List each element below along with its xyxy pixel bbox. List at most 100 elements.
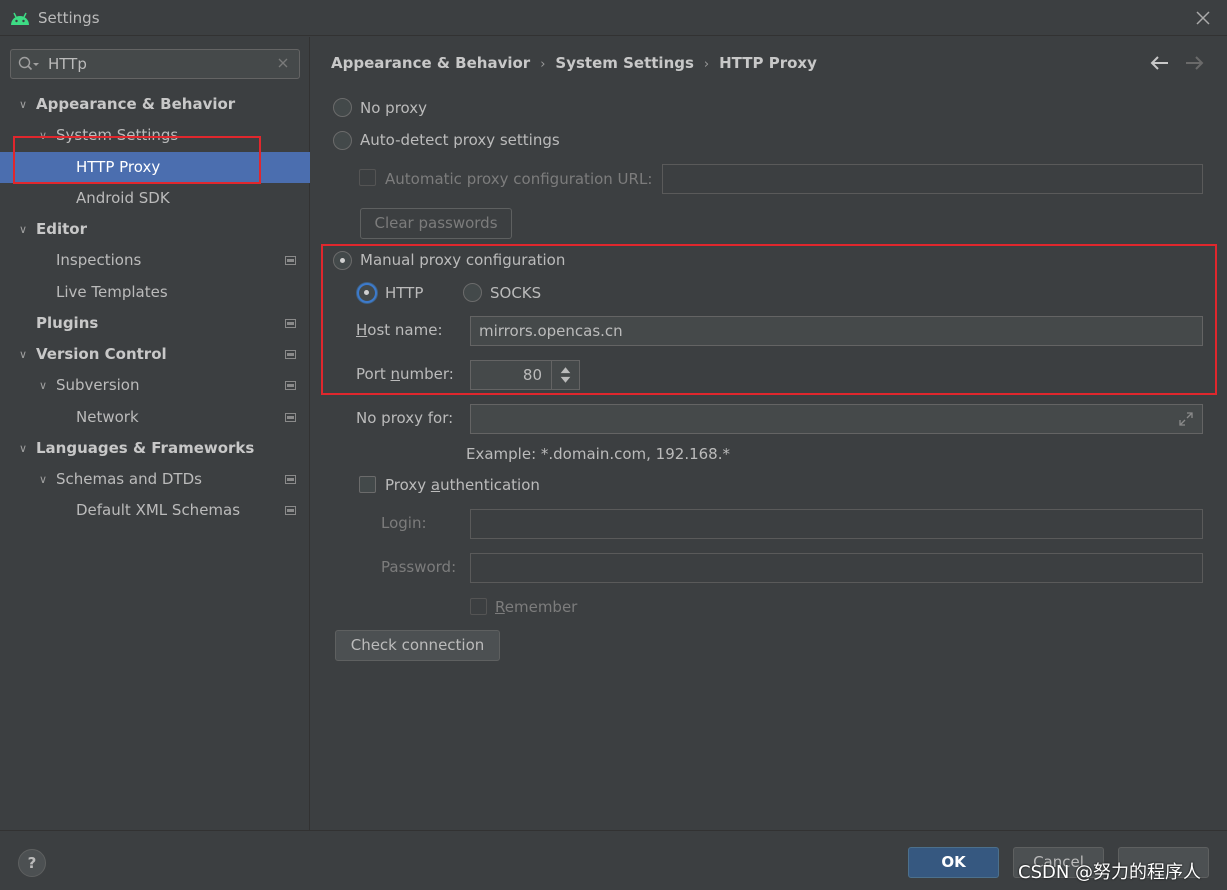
password-field[interactable]: [470, 553, 1203, 583]
sidebar-item-label: Live Templates: [56, 283, 168, 301]
spinner-arrows-icon[interactable]: [551, 361, 579, 389]
host-name-input[interactable]: [471, 317, 1202, 345]
chevron-down-icon[interactable]: ∨: [16, 214, 30, 245]
auto-config-url-field[interactable]: [662, 164, 1203, 194]
sidebar-item-label: Default XML Schemas: [76, 501, 241, 519]
no-proxy-example: Example: *.domain.com, 192.168.*: [466, 445, 730, 463]
auto-config-url-checkbox[interactable]: [359, 169, 376, 186]
remember-label: Remember: [495, 598, 578, 616]
sidebar-item-default-xml-schemas[interactable]: Default XML Schemas: [0, 495, 310, 526]
clear-search-icon[interactable]: [277, 57, 289, 69]
sidebar-item-subversion[interactable]: ∨ Subversion: [0, 370, 310, 401]
password-input[interactable]: [471, 554, 1202, 582]
dialog-footer: ? OK Cancel CSDN @努力的程序人: [0, 830, 1227, 890]
sidebar-item-label: Inspections: [56, 251, 142, 269]
password-label: Password:: [381, 558, 457, 576]
manual-proxy-radio[interactable]: [333, 251, 352, 270]
manual-proxy-label[interactable]: Manual proxy configuration: [360, 251, 565, 269]
no-proxy-label[interactable]: No proxy: [360, 99, 427, 117]
project-settings-icon: [285, 475, 296, 484]
chevron-down-icon[interactable]: ∨: [16, 433, 30, 464]
proxy-auth-checkbox[interactable]: [359, 476, 376, 493]
port-number-label: Port number:: [356, 365, 454, 383]
sidebar-item-label: HTTP Proxy: [76, 158, 161, 176]
breadcrumb-item[interactable]: Appearance & Behavior: [331, 54, 530, 72]
sidebar-item-languages-frameworks[interactable]: ∨ Languages & Frameworks: [0, 433, 310, 464]
android-icon: [11, 12, 29, 25]
project-settings-icon: [285, 413, 296, 422]
project-settings-icon: [285, 506, 296, 515]
sidebar-item-appearance-behavior[interactable]: ∨ Appearance & Behavior: [0, 89, 310, 120]
sidebar-item-live-templates[interactable]: Live Templates: [0, 277, 310, 308]
project-settings-icon: [285, 350, 296, 359]
proxy-auth-label[interactable]: Proxy authentication: [385, 476, 540, 494]
project-settings-icon: [285, 319, 296, 328]
sidebar-item-label: Network: [76, 408, 139, 426]
sidebar-item-http-proxy[interactable]: HTTP Proxy: [0, 152, 310, 183]
window-title: Settings: [38, 9, 100, 27]
search-icon: [18, 56, 39, 71]
check-connection-button[interactable]: Check connection: [335, 630, 500, 661]
breadcrumb-item: HTTP Proxy: [719, 54, 817, 72]
sidebar-item-label: System Settings: [56, 126, 179, 144]
no-proxy-for-field[interactable]: [470, 404, 1203, 434]
chevron-down-icon[interactable]: ∨: [36, 120, 50, 151]
sidebar-item-plugins[interactable]: Plugins: [0, 308, 310, 339]
title-bar: Settings: [0, 0, 1227, 36]
auto-config-url-input[interactable]: [663, 165, 1202, 193]
port-number-spinner[interactable]: 80: [470, 360, 580, 390]
sidebar-item-label: Languages & Frameworks: [36, 439, 255, 457]
close-icon[interactable]: [1193, 8, 1213, 28]
expand-icon[interactable]: [1179, 412, 1193, 426]
sidebar-item-label: Editor: [36, 220, 87, 238]
settings-content: Appearance & Behavior › System Settings › HT…: [311, 37, 1227, 830]
breadcrumb-item[interactable]: System Settings: [555, 54, 694, 72]
no-proxy-for-label: No proxy for:: [356, 409, 454, 427]
socks-label[interactable]: SOCKS: [490, 284, 541, 302]
sidebar-item-inspections[interactable]: Inspections: [0, 245, 310, 276]
watermark-text: CSDN @努力的程序人: [1018, 862, 1202, 883]
host-name-label: Host name:: [356, 321, 443, 339]
sidebar-item-label: Schemas and DTDs: [56, 470, 202, 488]
sidebar-item-android-sdk[interactable]: Android SDK: [0, 183, 310, 214]
sidebar-item-version-control[interactable]: ∨ Version Control: [0, 339, 310, 370]
http-radio[interactable]: [357, 283, 377, 303]
chevron-down-icon[interactable]: ∨: [36, 464, 50, 495]
login-input[interactable]: [471, 510, 1202, 538]
chevron-down-icon[interactable]: ∨: [16, 339, 30, 370]
settings-search[interactable]: [10, 49, 300, 79]
sidebar-item-editor[interactable]: ∨ Editor: [0, 214, 310, 245]
settings-sidebar: ∨ Appearance & Behavior ∨ System Setting…: [0, 37, 310, 830]
auto-config-url-label: Automatic proxy configuration URL:: [385, 170, 653, 188]
sidebar-item-label: Android SDK: [76, 189, 170, 207]
port-number-value[interactable]: 80: [523, 366, 542, 384]
project-settings-icon: [285, 256, 296, 265]
sidebar-item-network[interactable]: Network: [0, 402, 310, 433]
auto-detect-radio[interactable]: [333, 131, 352, 150]
host-name-field[interactable]: [470, 316, 1203, 346]
sidebar-item-schemas-dtds[interactable]: ∨ Schemas and DTDs: [0, 464, 310, 495]
breadcrumb: Appearance & Behavior › System Settings › HT…: [331, 54, 817, 72]
chevron-down-icon[interactable]: ∨: [36, 370, 50, 401]
sidebar-item-label: Subversion: [56, 376, 140, 394]
clear-passwords-button[interactable]: Clear passwords: [360, 208, 512, 239]
no-proxy-for-input[interactable]: [471, 405, 1202, 433]
auto-detect-label[interactable]: Auto-detect proxy settings: [360, 131, 560, 149]
ok-button[interactable]: OK: [908, 847, 999, 878]
no-proxy-radio[interactable]: [333, 98, 352, 117]
forward-arrow-icon[interactable]: [1183, 54, 1205, 72]
back-arrow-icon[interactable]: [1149, 54, 1171, 72]
login-label: Login:: [381, 514, 427, 532]
remember-checkbox[interactable]: [470, 598, 487, 615]
sidebar-item-label: Appearance & Behavior: [36, 95, 236, 113]
sidebar-item-system-settings[interactable]: ∨ System Settings: [0, 120, 310, 151]
http-label[interactable]: HTTP: [385, 284, 423, 302]
sidebar-item-label: Version Control: [36, 345, 167, 363]
socks-radio[interactable]: [463, 283, 482, 302]
help-button[interactable]: ?: [18, 849, 46, 877]
sidebar-item-label: Plugins: [36, 314, 99, 332]
project-settings-icon: [285, 381, 296, 390]
login-field[interactable]: [470, 509, 1203, 539]
chevron-down-icon[interactable]: ∨: [16, 89, 30, 120]
search-input[interactable]: [48, 53, 268, 75]
